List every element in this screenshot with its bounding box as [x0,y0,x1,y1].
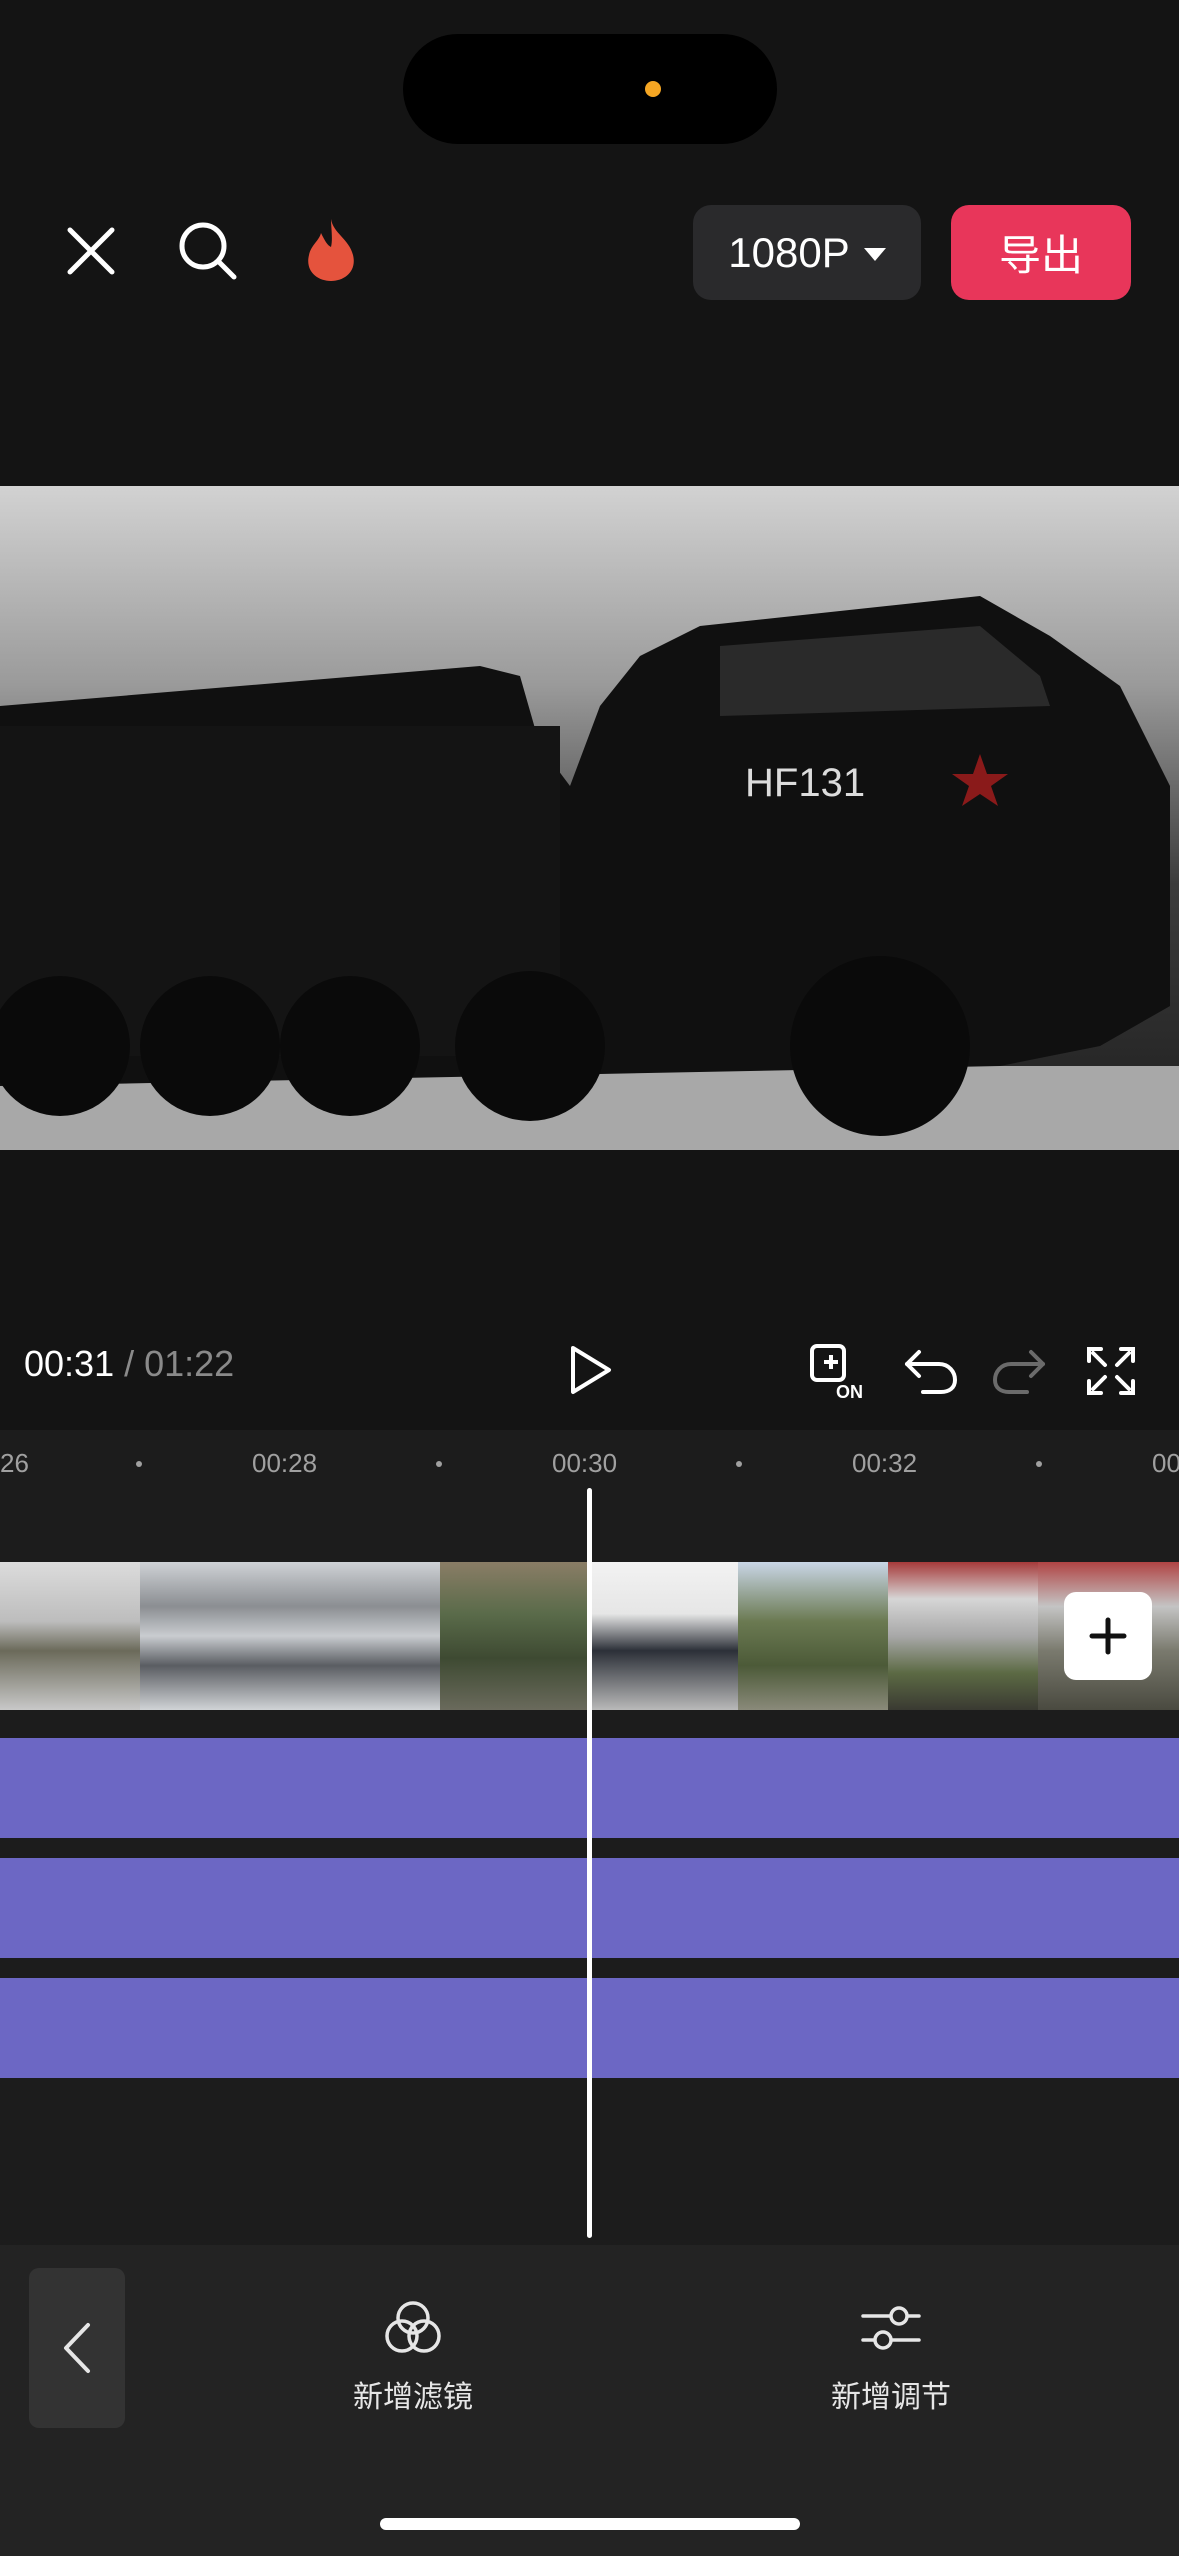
resolution-label: 1080P [728,228,850,276]
add-adjust-button[interactable]: 新增调节 [821,2296,961,2416]
ruler-tick-label: 00:32 [852,1448,918,1478]
clip-thumbnail[interactable] [140,1562,290,1710]
add-clip-button[interactable] [1064,1592,1152,1680]
preview-frame: HF131 [0,486,1179,1150]
ruler-dot [136,1461,142,1467]
ruler-tick-label: 00:28 [252,1448,318,1478]
ruler-tick-label: 26 [0,1448,29,1478]
dynamic-island [403,34,777,144]
ruler-tick-label: 00 [1152,1448,1179,1478]
clip-thumbnail[interactable] [738,1562,888,1710]
bottom-toolbar [0,2245,1179,2556]
search-icon[interactable] [173,216,243,286]
play-icon[interactable] [560,1335,620,1405]
back-button[interactable] [29,2268,125,2428]
ruler-tick-label: 00:30 [552,1448,618,1478]
clip-thumbnail[interactable] [0,1562,140,1710]
clip-thumbnail[interactable] [440,1562,588,1710]
clip-thumbnail[interactable] [588,1562,738,1710]
undo-icon[interactable] [900,1340,962,1402]
add-filter-label: 新增滤镜 [353,2381,473,2414]
ruler-dot [436,1461,442,1467]
svg-text:ON: ON [836,1382,863,1402]
playhead[interactable] [587,1488,592,2238]
total-time: 01:22 [144,1343,235,1384]
flame-icon[interactable] [298,214,364,286]
adjust-sliders-icon [861,2306,921,2350]
plus-icon [1089,1617,1127,1655]
filter-icon [385,2301,441,2353]
close-icon[interactable] [58,218,124,284]
ruler-dot [1036,1461,1042,1467]
chevron-left-icon [64,2323,90,2373]
home-indicator[interactable] [380,2518,800,2530]
export-button[interactable]: 导出 [951,205,1131,300]
time-display: 00:31/01:22 [24,1343,234,1385]
clip-thumbnail[interactable] [290,1562,440,1710]
caret-down-icon [863,248,886,261]
add-filter-button[interactable]: 新增滤镜 [343,2296,483,2416]
camera-indicator-dot [645,81,661,97]
clip-thumbnail[interactable] [888,1562,1038,1710]
resolution-dropdown[interactable]: 1080P [693,205,921,300]
ruler-dot [736,1461,742,1467]
time-separator: / [124,1343,135,1384]
fullscreen-icon[interactable] [1080,1340,1142,1402]
keyframe-on-icon[interactable]: ON [808,1340,870,1402]
current-time: 00:31 [24,1343,115,1384]
video-preview[interactable]: HF131 [0,486,1179,1150]
redo-icon[interactable] [988,1340,1050,1402]
add-adjust-label: 新增调节 [831,2381,951,2414]
vehicle-plate-text: HF131 [745,761,865,805]
